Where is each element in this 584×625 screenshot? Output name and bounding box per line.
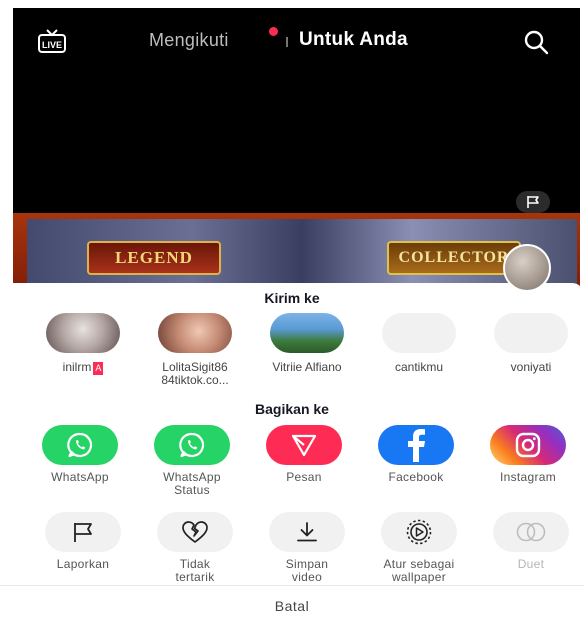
live-label: LIVE — [42, 40, 62, 50]
share-facebook-button[interactable]: Facebook — [360, 425, 472, 484]
action-label-line2: video — [291, 570, 323, 584]
duet-icon — [516, 522, 546, 542]
report-flag-button[interactable] — [516, 191, 550, 213]
set-wallpaper-button[interactable]: Atur sebagai wallpaper — [363, 512, 475, 584]
action-label-line2: tertarik — [175, 570, 215, 584]
broken-heart-icon — [182, 521, 208, 543]
share-instagram-button[interactable]: Instagram — [472, 425, 584, 484]
flag-icon — [74, 523, 92, 542]
share-label: Instagram — [499, 470, 557, 484]
duet-button[interactable]: Duet — [475, 512, 584, 571]
collector-badge: COLLECTOR — [387, 241, 521, 275]
share-to-title: Bagikan ke — [255, 401, 329, 417]
top-bar: LIVE Mengikuti Untuk Anda — [13, 8, 580, 68]
contact-tag-badge: A — [93, 362, 104, 375]
contact-name: voniyati — [510, 360, 552, 374]
flag-icon — [527, 196, 539, 208]
tab-for-you[interactable]: Untuk Anda — [299, 29, 408, 51]
tab-separator — [286, 37, 288, 47]
share-label-line2: Status — [174, 483, 210, 497]
creator-avatar[interactable] — [503, 244, 551, 292]
whatsapp-icon — [67, 432, 93, 458]
search-icon[interactable] — [522, 28, 550, 56]
legend-badge: LEGEND — [87, 241, 221, 275]
avatar — [382, 313, 456, 353]
action-label: Duet — [517, 557, 545, 571]
send-to-title: Kirim ke — [264, 290, 320, 306]
cancel-button[interactable]: Batal — [0, 598, 584, 614]
instagram-icon — [515, 432, 541, 458]
action-label: Laporkan — [56, 557, 110, 571]
contact-item[interactable]: Vitriie Alfiano — [251, 313, 363, 374]
contact-item[interactable]: cantikmu — [363, 313, 475, 374]
avatar — [494, 313, 568, 353]
report-button[interactable]: Laporkan — [27, 512, 139, 571]
notification-dot — [269, 27, 278, 36]
share-label: Pesan — [286, 470, 322, 484]
contact-item[interactable]: inilrm A — [27, 313, 139, 375]
video-player[interactable]: LIVE Mengikuti Untuk Anda LEGEND COLLECT… — [13, 8, 580, 300]
contact-name-line2: 84tiktok.co... — [161, 373, 229, 387]
live-icon[interactable]: LIVE — [37, 28, 67, 54]
whatsapp-icon — [179, 432, 205, 458]
share-whatsapp-status-button[interactable]: WhatsApp Status — [136, 425, 248, 497]
share-message-button[interactable]: Pesan — [248, 425, 360, 484]
avatar — [158, 313, 232, 353]
tab-following[interactable]: Mengikuti — [149, 30, 229, 51]
share-label: Facebook — [388, 470, 444, 484]
contact-item[interactable]: LolitaSigit86 84tiktok.co... — [139, 313, 251, 387]
send-icon — [291, 434, 317, 457]
contact-name: inilrm — [62, 360, 92, 374]
action-label-line2: wallpaper — [391, 570, 447, 584]
contact-name: Vitriie Alfiano — [272, 360, 342, 374]
avatar — [270, 313, 344, 353]
contact-name: cantikmu — [394, 360, 444, 374]
save-video-button[interactable]: Simpan video — [251, 512, 363, 584]
sheet-divider — [0, 585, 584, 586]
share-whatsapp-button[interactable]: WhatsApp — [24, 425, 136, 484]
download-icon — [297, 522, 317, 542]
not-interested-button[interactable]: Tidak tertarik — [139, 512, 251, 584]
avatar — [46, 313, 120, 353]
facebook-icon — [408, 429, 425, 462]
share-label: WhatsApp — [51, 470, 109, 484]
live-photo-icon — [406, 519, 432, 545]
contact-item[interactable]: voniyati — [475, 313, 584, 374]
